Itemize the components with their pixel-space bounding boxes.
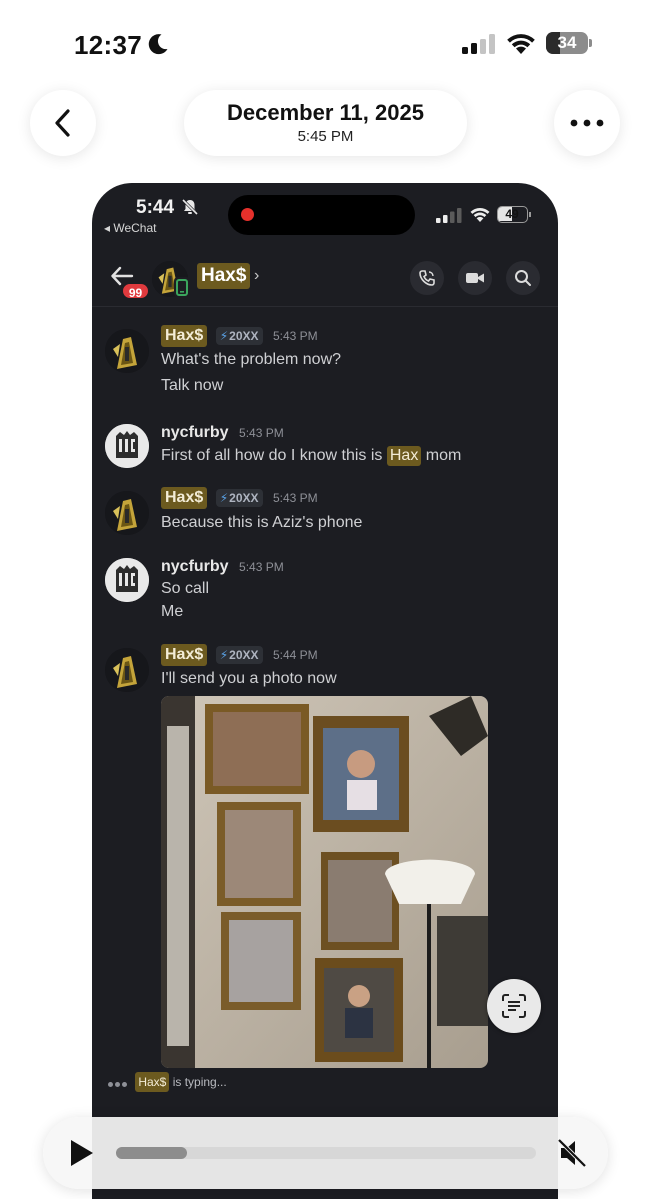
bolt-icon: ⚡ [219,329,229,343]
message-timestamp: 5:43 PM [239,560,284,574]
message-meta: Hax$ ⚡20XX 5:43 PM [161,487,318,511]
message-text-end: mom [425,447,462,464]
screenshot-image[interactable]: 5:44 ◂ WeChat 49 99 Hax$ › Hax$ ⚡20XX 5:… [92,183,558,1199]
screenshot-wifi-icon [470,207,490,222]
dm-username[interactable]: Hax$ [197,263,251,289]
screenshot-status-time: 5:44 [136,197,175,218]
scan-text-button[interactable] [487,979,541,1033]
message-meta: nycfurby 5:43 PM [161,423,284,447]
tag-label: 20XX [229,491,259,505]
speaker-muted-icon[interactable] [555,1136,589,1170]
message-text: Me [161,603,184,620]
hax-avatar[interactable] [105,491,149,535]
message-author[interactable]: Hax$ [161,644,208,666]
chevron-right-icon[interactable]: › [254,267,259,285]
message-text: So call [161,580,210,597]
message-text: Because this is Aziz's phone [161,514,363,531]
message-author[interactable]: nycfurby [161,557,229,577]
battery-body: 34 [546,32,588,54]
photo-time: 5:45 PM [297,128,354,145]
video-progress-fill [116,1147,188,1159]
screenshot-battery-level: 49 [505,207,519,221]
bolt-icon: ⚡ [219,491,229,505]
date-time-pill: December 11, 2025 5:45 PM [184,90,467,156]
hax-avatar-image [105,491,149,535]
typing-user: Hax$ [135,1072,170,1092]
nycfurby-avatar-image [105,424,149,468]
voice-call-icon [419,270,435,286]
highlighted-mention: Hax [386,446,422,466]
tag-label: 20XX [229,329,259,343]
message-timestamp: 5:43 PM [272,329,318,343]
back-to-app-link: ◂ WeChat [104,221,157,235]
message-timestamp: 5:44 PM [272,648,318,662]
ellipsis-icon [570,119,604,127]
message-meta: nycfurby 5:43 PM [161,557,284,581]
more-button[interactable] [554,90,620,156]
unread-badge: 99 [121,282,150,300]
typing-text: is typing... [172,1075,227,1089]
message-timestamp: 5:43 PM [239,426,284,440]
status-bar: 12:37 34 [0,0,650,80]
play-icon[interactable] [65,1137,97,1169]
message-meta: Hax$ ⚡20XX 5:43 PM [161,325,318,349]
message-author[interactable]: Hax$ [161,325,208,347]
battery-icon: 34 [546,32,592,54]
message-text: First of all how do I know this is Hax m… [161,446,461,466]
screenshot-battery-body: 49 [497,206,528,223]
moon-icon [148,34,168,55]
video-player-bar [43,1117,608,1189]
message-text: What's the problem now? [161,351,342,368]
dm-header: 99 Hax$ › [92,249,558,307]
hax-avatar[interactable] [105,329,149,373]
hax-avatar[interactable] [105,648,149,692]
bolt-icon: ⚡ [219,648,229,662]
search-icon [515,270,531,286]
nycfurby-avatar-image [105,558,149,602]
typing-indicator: Hax$ is typing... [108,1072,227,1092]
message-text-start: First of all how do I know this is [161,447,383,464]
hax-avatar-image [105,329,149,373]
battery-level: 34 [557,33,577,52]
message-timestamp: 5:43 PM [272,491,318,505]
nycfurby-avatar[interactable] [105,424,149,468]
video-call-icon [466,273,484,283]
video-call-button[interactable] [458,261,492,295]
live-text-icon [502,994,526,1018]
photo-date: December 11, 2025 [227,100,424,125]
battery-cap [589,39,592,47]
back-button[interactable] [30,90,96,156]
tag-label: 20XX [229,648,259,662]
wifi-icon [507,34,535,54]
typing-dots-icon [108,1073,132,1093]
server-tag: ⚡20XX [215,327,263,345]
server-tag: ⚡20XX [215,489,263,507]
voice-call-button[interactable] [410,261,444,295]
message-text: Talk now [161,377,224,394]
recording-indicator-icon [241,208,254,221]
message-author[interactable]: Hax$ [161,487,208,509]
framed-photos-image [161,696,488,1068]
message-author[interactable]: nycfurby [161,423,229,443]
screenshot-signal-icon [436,208,462,223]
nycfurby-avatar[interactable] [105,558,149,602]
dynamic-island [228,195,415,235]
search-button[interactable] [506,261,540,295]
video-scrubber[interactable] [116,1147,536,1159]
mobile-status-icon [174,277,190,297]
hax-avatar-image [105,648,149,692]
message-text: I'll send you a photo now [161,670,337,687]
status-time: 12:37 [74,30,142,60]
message-meta: Hax$ ⚡20XX 5:44 PM [161,644,318,668]
bell-muted-icon [181,198,199,216]
server-tag: ⚡20XX [215,646,263,664]
screenshot-battery-cap [529,212,531,217]
cellular-signal-icon [462,34,495,54]
screenshot-battery-icon: 49 [497,206,531,223]
photo-attachment[interactable] [161,696,488,1068]
chevron-left-icon [55,109,70,137]
